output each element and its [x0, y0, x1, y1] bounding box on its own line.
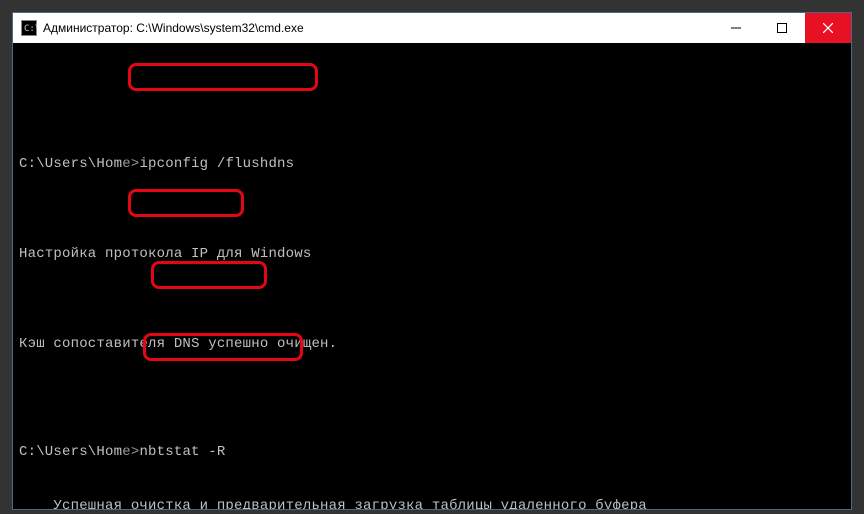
prompt-line: C:\Users\Home>ipconfig /flushdns	[19, 155, 845, 173]
maximize-button[interactable]	[759, 13, 805, 43]
terminal-output[interactable]: C:\Users\Home>ipconfig /flushdns Настрой…	[13, 43, 851, 509]
blank-row	[19, 83, 845, 101]
close-button[interactable]	[805, 13, 851, 43]
command-text: nbtstat -R	[139, 444, 225, 460]
minimize-button[interactable]	[713, 13, 759, 43]
window-title: Администратор: C:\Windows\system32\cmd.e…	[43, 21, 304, 35]
output-line: Успешная очистка и предварительная загру…	[19, 497, 845, 509]
titlebar[interactable]: C:\ Администратор: C:\Windows\system32\c…	[13, 13, 851, 43]
svg-text:C:\: C:\	[24, 24, 37, 34]
prompt-line: C:\Users\Home>nbtstat -R	[19, 443, 845, 461]
cmd-icon: C:\	[21, 20, 37, 36]
cmd-window: C:\ Администратор: C:\Windows\system32\c…	[12, 12, 852, 510]
output-line: Кэш сопоставителя DNS успешно очищен.	[19, 335, 845, 353]
output-line: Настройка протокола IP для Windows	[19, 245, 845, 263]
command-text: ipconfig /flushdns	[139, 156, 294, 172]
